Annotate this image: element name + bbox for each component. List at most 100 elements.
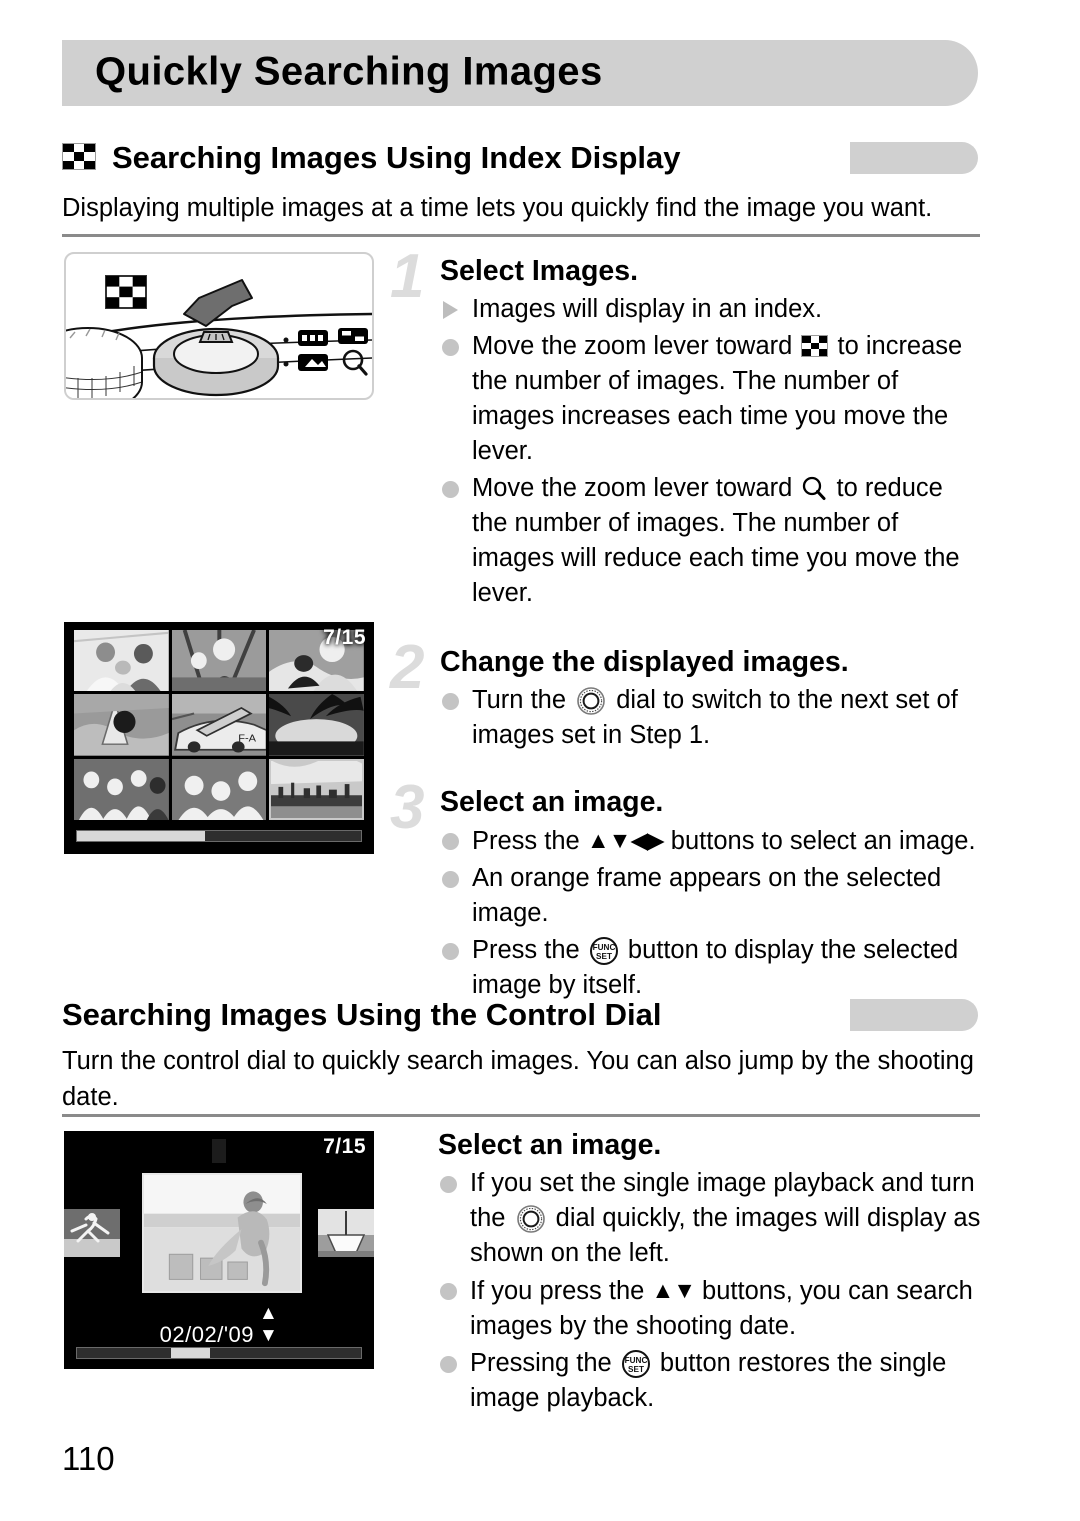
- step-bullets: Turn the dial to switch to the next set …: [440, 683, 982, 753]
- control-dial-icon: [516, 1205, 545, 1233]
- section-intro-control-dial: Turn the control dial to quickly search …: [62, 1047, 974, 1111]
- func-set-button-icon: FUNCSET: [621, 1350, 650, 1378]
- index-scrollbar[interactable]: [76, 830, 362, 842]
- result-bullet: Images will display in an index.: [440, 292, 982, 327]
- bullet-dot-icon: [440, 1176, 457, 1193]
- bullet-dot-icon: [442, 339, 459, 356]
- step-bullets: Images will display in an index. Move th…: [440, 292, 982, 611]
- svg-text:FUNC: FUNC: [624, 1356, 647, 1365]
- updown-leftright-arrows-icon: ▲▼◀▶: [586, 827, 665, 853]
- control-dial-jump-screen: 7/15 02/02/'09▲ ▼: [64, 1131, 374, 1369]
- dial-scrollbar[interactable]: [76, 1347, 362, 1359]
- image-counter: 7/15: [323, 626, 366, 649]
- bullet-text: Move the zoom lever toward: [472, 474, 800, 502]
- index-thumbnail[interactable]: [171, 630, 267, 692]
- magnifier-icon: [803, 476, 826, 500]
- updown-arrows-icon: ▲▼: [651, 1277, 696, 1303]
- index-thumbnail-grid[interactable]: F-A: [74, 630, 364, 820]
- bullet-text: Move the zoom lever toward: [472, 332, 800, 360]
- svg-text:F-A: F-A: [238, 734, 256, 744]
- action-bullet: An orange frame appears on the selected …: [440, 861, 982, 931]
- steps-control-dial: Select an image. If you set the single i…: [390, 1126, 982, 1420]
- bullet-dot-icon: [442, 693, 459, 710]
- svg-text:SET: SET: [628, 1365, 644, 1374]
- bullet-text: Press the: [472, 827, 587, 855]
- index-thumbnail[interactable]: F-A: [171, 694, 267, 756]
- svg-text:SET: SET: [596, 952, 612, 961]
- step-1: 1 Select Images. Images will display in …: [390, 246, 982, 611]
- action-bullet: If you press the ▲▼ buttons, you can sea…: [438, 1273, 982, 1344]
- section-intro-index-display: Displaying multiple images at a time let…: [62, 194, 933, 222]
- bullet-text: dial quickly, the images will display as…: [470, 1204, 981, 1267]
- chapter-title-banner: Quickly Searching Images: [62, 40, 978, 106]
- step-title: Change the displayed images.: [440, 646, 849, 678]
- bullet-text: Turn the: [472, 686, 574, 714]
- section-tab-marker: [850, 142, 978, 174]
- bullet-dot-icon: [440, 1283, 457, 1300]
- divider-rule-2: [62, 1114, 980, 1117]
- section-heading-index-display: Searching Images Using Index Display: [62, 138, 978, 180]
- bullet-text: Images will display in an index.: [472, 295, 823, 323]
- manual-page: Quickly Searching Images Searching Image…: [0, 0, 1080, 1521]
- bullet-dot-icon: [440, 1356, 457, 1373]
- step-number: 3: [390, 773, 425, 842]
- index-thumbnail[interactable]: [74, 758, 169, 820]
- index-thumbnail[interactable]: [269, 694, 364, 756]
- screen-top-marker: [212, 1139, 226, 1163]
- action-bullet: Pressing the FUNC SET button restores the…: [438, 1346, 982, 1416]
- section-heading-control-dial: Searching Images Using the Control Dial: [62, 995, 978, 1037]
- index-thumbnail[interactable]: [74, 630, 169, 692]
- bullet-text: An orange frame appears on the selected …: [472, 864, 942, 927]
- bullet-text: If you press the: [470, 1277, 652, 1305]
- step-2: 2 Change the displayed images. Turn the …: [390, 637, 982, 753]
- shooting-date-value: 02/02/'09: [159, 1322, 255, 1347]
- step-title: Select an image.: [440, 786, 664, 818]
- current-image[interactable]: [142, 1173, 302, 1293]
- updown-arrows-icon: ▲▼: [259, 1303, 279, 1346]
- dial-scrollbar-thumb[interactable]: [170, 1348, 211, 1358]
- camera-zoom-lever-illustration: [64, 252, 374, 400]
- checkerboard-index-icon: [62, 143, 96, 170]
- index-display-screen: F-A 7/15: [64, 622, 374, 854]
- control-dial-icon: [577, 687, 605, 715]
- step-select-an-image: Select an image. If you set the single i…: [390, 1126, 982, 1416]
- result-triangle-icon: [443, 301, 458, 319]
- index-thumbnail[interactable]: [171, 758, 267, 820]
- action-bullet: If you set the single image playback and…: [438, 1166, 982, 1271]
- step-3: 3 Select an image. Press the ▲▼◀▶ button…: [390, 777, 982, 1003]
- action-bullet: Press the ▲▼◀▶ buttons to select an imag…: [440, 823, 982, 859]
- previous-thumbnail[interactable]: [64, 1209, 120, 1257]
- bullet-text: Press the: [472, 936, 587, 964]
- index-scrollbar-thumb[interactable]: [77, 831, 205, 841]
- action-bullet: Move the zoom lever toward to increase t…: [440, 329, 982, 469]
- step-number: 2: [390, 633, 425, 702]
- index-thumbnail[interactable]: [74, 694, 169, 756]
- bullet-dot-icon: [442, 871, 459, 888]
- image-counter: 7/15: [323, 1135, 366, 1158]
- section-heading-text: Searching Images Using Index Display: [112, 140, 681, 175]
- step-title: Select Images.: [440, 255, 639, 287]
- index-thumbnail-selected[interactable]: [269, 758, 364, 820]
- bullet-text: buttons to select an image.: [663, 827, 976, 855]
- bullet-dot-icon: [442, 481, 459, 498]
- checkerboard-index-icon: [801, 335, 829, 357]
- bullet-dot-icon: [442, 943, 459, 960]
- action-bullet: Press the FUNC SET button to display the …: [440, 933, 982, 1003]
- step-bullets: If you set the single image playback and…: [438, 1166, 982, 1416]
- func-set-button-icon: FUNCSET: [589, 937, 618, 965]
- step-bullets: Press the ▲▼◀▶ buttons to select an imag…: [440, 823, 982, 1003]
- page-title: Quickly Searching Images: [95, 49, 603, 94]
- action-bullet: Move the zoom lever toward to reduce the…: [440, 471, 982, 611]
- bullet-text: Pressing the: [470, 1349, 619, 1377]
- zoom-lever-drawing: [66, 275, 372, 398]
- bullet-dot-icon: [442, 833, 459, 850]
- divider-rule-1: [62, 234, 980, 237]
- svg-text:FUNC: FUNC: [592, 943, 615, 952]
- next-thumbnail[interactable]: [318, 1209, 374, 1257]
- steps-index-display: 1 Select Images. Images will display in …: [390, 246, 982, 1007]
- action-bullet: Turn the dial to switch to the next set …: [440, 683, 982, 753]
- step-number: 1: [390, 242, 425, 311]
- shooting-date-label: 02/02/'09▲ ▼: [64, 1303, 374, 1348]
- section-tab-marker: [850, 999, 978, 1031]
- page-number: 110: [62, 1440, 115, 1477]
